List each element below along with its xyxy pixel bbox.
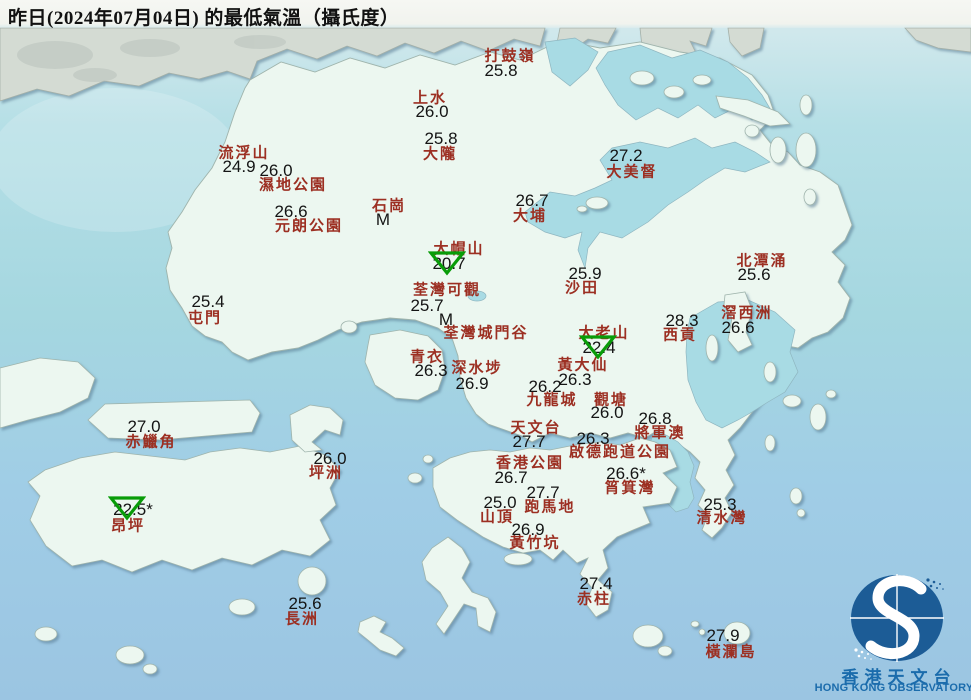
station-value: 26.3 (558, 370, 592, 389)
extreme-minimum-marker (579, 335, 617, 360)
station-value: 26.3 (576, 429, 610, 448)
po-toi-island (632, 624, 664, 648)
hko-min-temperature-map: 昨日(2024年07月04日) 的最低氣溫（攝氏度） 打鼓嶺 25.8 上水 26.0… (0, 0, 971, 700)
waglan-islet (698, 628, 706, 636)
bluff-island (782, 394, 802, 408)
green-island (422, 454, 434, 464)
station-value: 26.7 (515, 191, 549, 210)
station-value: 24.9 (222, 157, 256, 176)
title-band: 昨日(2024年07月04日) 的最低氣溫（攝氏度） (0, 0, 971, 29)
page-title: 昨日(2024年07月04日) 的最低氣溫（攝氏度） (8, 8, 400, 29)
crooked-harbour-islet-3 (692, 74, 712, 86)
station-value: 27.7 (526, 483, 560, 502)
station-value: 26.9 (511, 520, 545, 539)
station-value: M (438, 310, 454, 329)
cat-islet (799, 94, 813, 116)
station-value: 26.9 (455, 374, 489, 393)
ap-lei-chau-island (503, 552, 533, 566)
station-value: 26.2 (528, 377, 562, 396)
station-value: 26.6 (721, 318, 755, 337)
clearwater-islet (796, 508, 806, 518)
extreme-minimum-marker (428, 251, 466, 276)
kau-yi-chau-island (407, 472, 423, 484)
double-haven-islet (769, 136, 787, 164)
soko-islet (142, 663, 158, 675)
station-value: 25.6 (737, 265, 771, 284)
crooked-harbour-islet-2 (663, 85, 685, 99)
hong-kong-map (0, 0, 971, 700)
grass-islet (803, 188, 817, 206)
station-value: 27.7 (512, 432, 546, 451)
station-value: 27.0 (127, 417, 161, 436)
shelter-islet-north (764, 434, 776, 452)
station-value: 28.3 (665, 311, 699, 330)
po-toi-islet (657, 645, 673, 657)
shek-kwu-chau-island (228, 598, 256, 616)
fan-lau-islet (34, 626, 58, 642)
shelter-island (763, 361, 777, 383)
station-value: 26.0 (590, 403, 624, 422)
station-value: 25.8 (484, 61, 518, 80)
station-value: 26.7 (494, 468, 528, 487)
station-value: 25.8 (424, 129, 458, 148)
station-value: 27.4 (579, 574, 613, 593)
extreme-minimum-marker (108, 496, 146, 521)
hei-ling-chau-island (297, 566, 327, 596)
steep-island (789, 487, 803, 505)
station-value: 25.6 (288, 594, 322, 613)
ma-shi-chau-island (585, 196, 609, 210)
sharp-island (705, 334, 719, 362)
station-value: 26.0 (259, 161, 293, 180)
station-value: 25.4 (191, 292, 225, 311)
port-island (795, 132, 817, 168)
station-value: 25.0 (483, 493, 517, 512)
ma-wan-island (340, 320, 358, 334)
station-value: 25.9 (568, 264, 602, 283)
station-value: 26.3 (414, 361, 448, 380)
soko-islands (115, 645, 145, 665)
waglan-island (690, 620, 700, 628)
station-label: 荃灣城門谷 (443, 325, 529, 342)
station-value: 26.6 (274, 202, 308, 221)
station-value: 26.8 (638, 409, 672, 428)
hko-logo-name-english: HONG KONG OBSERVATORY (814, 682, 971, 694)
station-value: 25.3 (703, 495, 737, 514)
basalt-island (809, 403, 827, 431)
station-value: 26.6* (606, 464, 646, 483)
station-value: M (375, 210, 391, 229)
crooked-harbour-islet-1 (629, 70, 655, 86)
station-value: 27.9 (706, 626, 740, 645)
town-island (825, 389, 837, 399)
station-value: 26.0 (415, 102, 449, 121)
station-value: 27.2 (609, 146, 643, 165)
yim-tin-tsai-islet (576, 205, 588, 213)
tap-mun-island (744, 124, 760, 138)
station-value: 26.0 (313, 449, 347, 468)
